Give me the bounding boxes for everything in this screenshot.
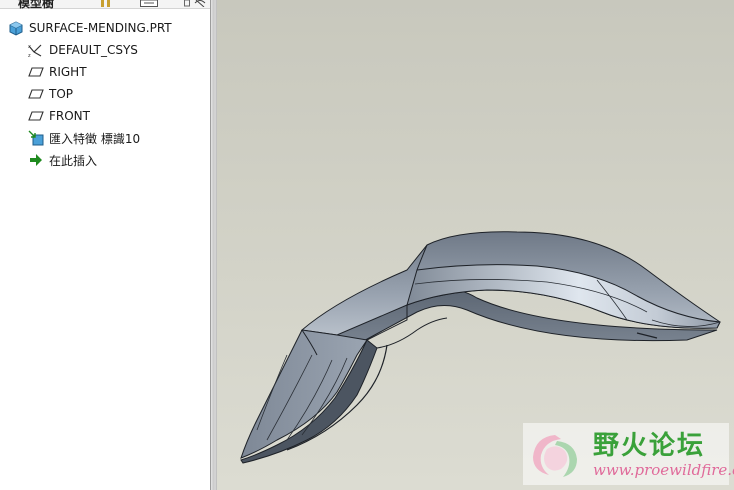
forum-logo-icon	[533, 435, 577, 477]
part-icon	[9, 21, 23, 36]
tree-item-front-plane[interactable]: FRONT	[28, 106, 90, 126]
tree-item-label: RIGHT	[49, 65, 87, 79]
datum-plane-icon	[28, 111, 44, 121]
import-feature-icon	[28, 130, 44, 146]
tree-item-right-plane[interactable]: RIGHT	[28, 62, 87, 82]
model-tree-panel: 模型樹 SURFACE-MENDING.PRT x z DEFAULT_CSYS…	[0, 0, 210, 490]
surface-model	[240, 231, 721, 464]
watermark-title: 野火论坛	[593, 431, 706, 461]
3d-viewport[interactable]	[217, 0, 734, 490]
tree-item-default-csys[interactable]: x z DEFAULT_CSYS	[28, 40, 138, 60]
insert-here-arrow-icon	[30, 154, 42, 166]
tree-item-label: SURFACE-MENDING.PRT	[29, 21, 172, 35]
restore-icon[interactable]	[184, 0, 190, 7]
tree-item-import-feature[interactable]: 匯入特徵 標識10	[28, 128, 140, 148]
tree-item-label: TOP	[49, 87, 74, 101]
settings-icon[interactable]	[140, 0, 158, 7]
datum-plane-icon	[28, 67, 44, 77]
show-columns-icon[interactable]	[100, 0, 116, 7]
tree-item-label: 匯入特徵 標識10	[49, 131, 141, 146]
csys-icon: x z	[28, 44, 42, 58]
watermark-url: www.proewildfire.cn	[593, 461, 734, 479]
model-tree-title: 模型樹	[18, 0, 55, 10]
svg-text:x: x	[28, 44, 31, 50]
model-tree-header: 模型樹	[0, 0, 210, 10]
tree-item-part[interactable]: SURFACE-MENDING.PRT	[8, 18, 172, 38]
svg-text:z: z	[28, 53, 31, 58]
datum-plane-icon	[28, 89, 44, 99]
tree-item-label: 在此插入	[49, 153, 98, 168]
tree-item-top-plane[interactable]: TOP	[28, 84, 73, 104]
tree-item-label: DEFAULT_CSYS	[49, 43, 138, 57]
tree-item-label: FRONT	[49, 109, 90, 123]
tree-item-insert-here[interactable]: 在此插入	[28, 150, 97, 170]
hide-panel-icon[interactable]	[194, 0, 206, 7]
watermark: 野火论坛 www.proewildfire.cn	[523, 423, 734, 485]
panel-splitter[interactable]	[210, 0, 217, 490]
